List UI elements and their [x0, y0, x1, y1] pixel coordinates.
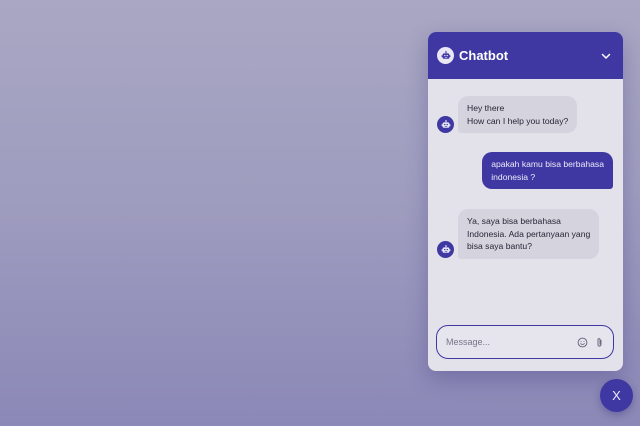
user-message: apakah kamu bisa berbahasa indonesia ?	[428, 152, 623, 195]
smiley-icon[interactable]	[577, 337, 588, 348]
robot-icon	[437, 116, 454, 133]
message-bubble: apakah kamu bisa berbahasa indonesia ?	[482, 152, 613, 189]
message-line: apakah kamu bisa berbahasa	[491, 159, 604, 169]
message-bubble: Ya, saya bisa berbahasa Indonesia. Ada p…	[458, 209, 600, 259]
message-line: Ya, saya bisa berbahasa	[467, 216, 561, 226]
message-bubble: Hey there How can I help you today?	[458, 96, 578, 133]
paperclip-icon[interactable]	[594, 337, 605, 348]
chevron-down-icon[interactable]	[599, 49, 613, 63]
chat-header: Chatbot	[428, 32, 623, 79]
message-line: indonesia ?	[491, 171, 536, 182]
chatbot-window: Chatbot Hey there How can I help you tod…	[428, 32, 623, 371]
bot-message: Hey there How can I help you today?	[428, 96, 623, 141]
bot-message: Ya, saya bisa berbahasa Indonesia. Ada p…	[428, 209, 623, 269]
robot-icon	[437, 241, 454, 258]
message-line: Indonesia. Ada pertanyaan yang	[467, 228, 591, 239]
close-chat-button[interactable]: X	[600, 379, 633, 412]
close-label: X	[612, 388, 621, 403]
message-line: Hey there	[467, 103, 505, 113]
message-line: bisa saya bantu?	[467, 241, 532, 251]
message-input[interactable]	[446, 337, 571, 347]
chat-title: Chatbot	[459, 48, 509, 63]
message-composer	[436, 325, 614, 359]
robot-icon	[437, 47, 454, 64]
message-line: How can I help you today?	[467, 115, 569, 126]
